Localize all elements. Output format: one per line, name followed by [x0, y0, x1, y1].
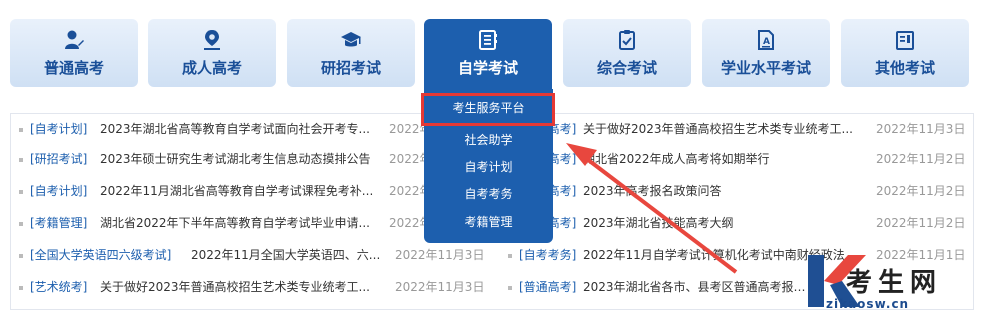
watermark-site-name: 考生网: [846, 268, 943, 298]
watermark-url: zikaosw.cn: [826, 297, 910, 311]
